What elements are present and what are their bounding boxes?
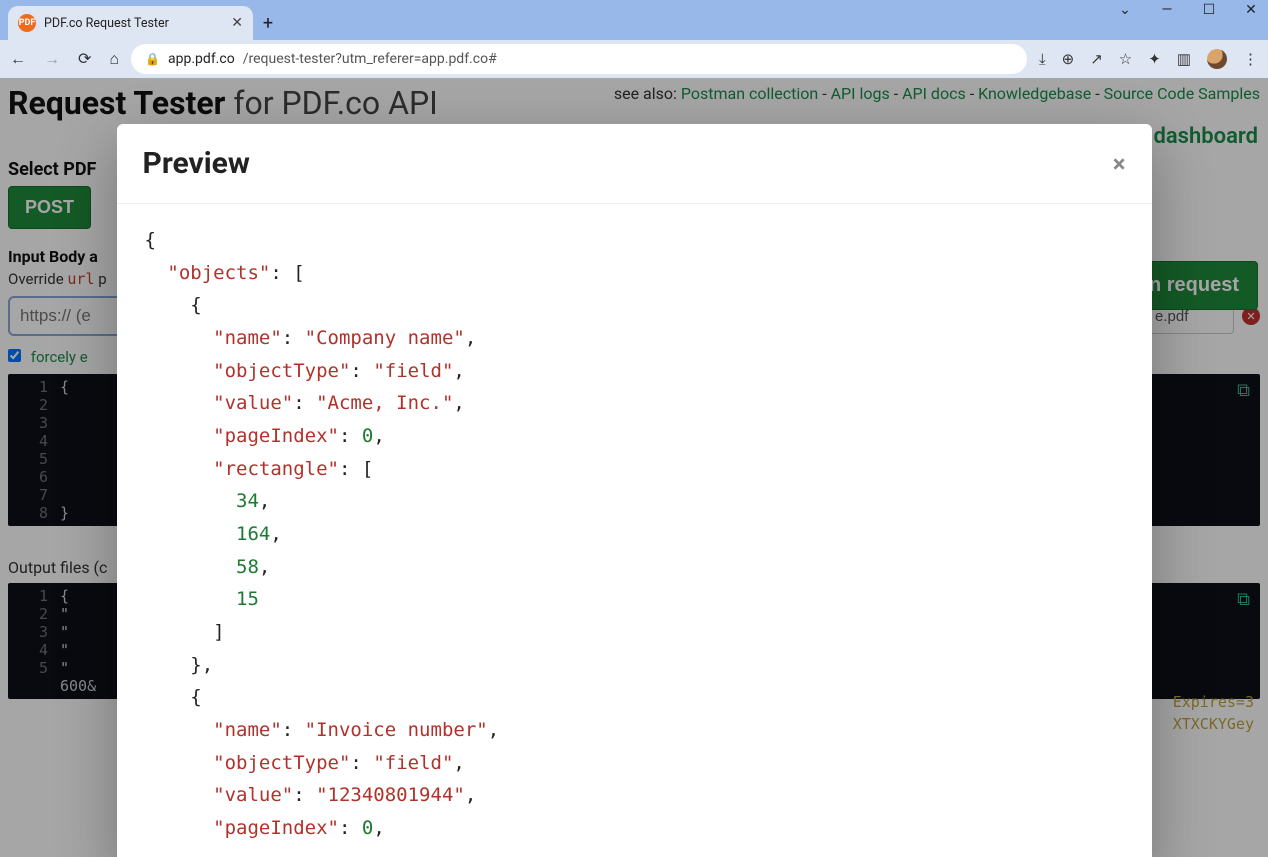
window-maximize-icon[interactable]: ☐ bbox=[1198, 2, 1220, 18]
forward-icon[interactable]: → bbox=[44, 49, 60, 69]
home-icon[interactable]: ⌂ bbox=[109, 49, 119, 69]
url-host: app.pdf.co bbox=[168, 51, 235, 67]
side-panel-icon[interactable]: ▥ bbox=[1177, 50, 1191, 68]
tab-close-icon[interactable]: ✕ bbox=[231, 15, 243, 31]
back-icon[interactable]: ← bbox=[10, 49, 26, 69]
new-tab-button[interactable]: + bbox=[253, 6, 283, 40]
modal-close-icon[interactable]: × bbox=[1113, 150, 1126, 178]
modal-title: Preview bbox=[143, 146, 250, 181]
reload-icon[interactable]: ⟳ bbox=[78, 49, 91, 69]
share-icon[interactable]: ↗ bbox=[1090, 50, 1103, 68]
url-path: /request-tester?utm_referer=app.pdf.co# bbox=[243, 51, 497, 67]
lock-icon: 🔒 bbox=[145, 52, 160, 66]
tab-strip: PDF PDF.co Request Tester ✕ + bbox=[0, 0, 1268, 40]
preview-modal: Preview × { "objects": [ { "name": "Comp… bbox=[117, 124, 1152, 857]
modal-json-body[interactable]: { "objects": [ { "name": "Company name",… bbox=[117, 204, 1152, 857]
tab-favicon: PDF bbox=[18, 14, 36, 32]
kebab-menu-icon[interactable]: ⋮ bbox=[1243, 50, 1258, 68]
page-content: Request Tester for PDF.co API see also: … bbox=[0, 78, 1268, 857]
modal-overlay[interactable]: Preview × { "objects": [ { "name": "Comp… bbox=[0, 78, 1268, 857]
tab-title: PDF.co Request Tester bbox=[44, 16, 223, 31]
bookmark-star-icon[interactable]: ☆ bbox=[1119, 50, 1132, 68]
window-dropdown-icon[interactable]: ⌄ bbox=[1114, 2, 1136, 18]
zoom-icon[interactable]: ⊕ bbox=[1062, 50, 1075, 68]
window-controls: ⌄ — ☐ ✕ bbox=[1114, 2, 1262, 18]
browser-chrome: ⌄ — ☐ ✕ PDF PDF.co Request Tester ✕ + ← … bbox=[0, 0, 1268, 78]
download-icon[interactable]: ⤓ bbox=[1039, 50, 1046, 68]
profile-avatar[interactable] bbox=[1207, 49, 1227, 69]
url-field[interactable]: 🔒 app.pdf.co/request-tester?utm_referer=… bbox=[131, 44, 1027, 74]
extensions-icon[interactable]: ✦ bbox=[1148, 50, 1161, 68]
browser-tab[interactable]: PDF PDF.co Request Tester ✕ bbox=[8, 6, 253, 40]
window-minimize-icon[interactable]: — bbox=[1156, 2, 1178, 18]
address-bar: ← → ⟳ ⌂ 🔒 app.pdf.co/request-tester?utm_… bbox=[0, 40, 1268, 78]
window-close-icon[interactable]: ✕ bbox=[1240, 2, 1262, 18]
